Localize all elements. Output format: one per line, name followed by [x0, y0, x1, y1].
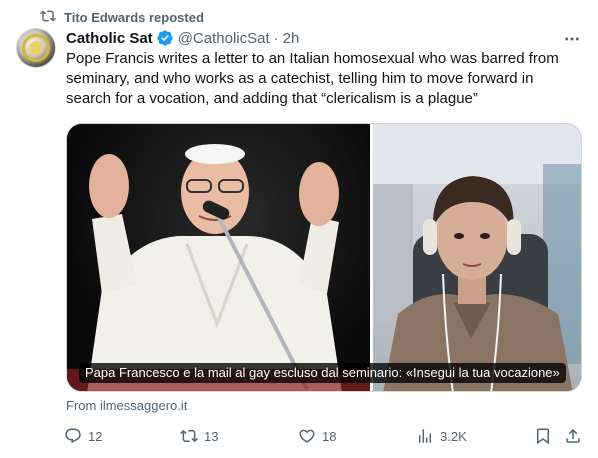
repost-count: 13 — [204, 428, 219, 444]
media-card[interactable]: Papa Francesco e la mail al gay escluso … — [66, 123, 582, 392]
separator-dot: · — [273, 29, 279, 47]
reply-button[interactable]: 12 — [64, 424, 102, 448]
reply-count: 12 — [88, 428, 103, 444]
more-options-button[interactable] — [560, 29, 584, 49]
repost-text: Tito Edwards reposted — [64, 9, 204, 25]
avatar[interactable] — [16, 28, 56, 68]
repost-indicator[interactable]: Tito Edwards reposted — [40, 7, 204, 27]
author-display-name[interactable]: Catholic Sat — [66, 30, 153, 47]
share-icon — [566, 428, 580, 443]
heart-icon — [299, 429, 315, 443]
media-caption: Papa Francesco e la mail al gay escluso … — [79, 363, 566, 383]
photo-pope — [67, 124, 370, 391]
repost-button[interactable]: 13 — [180, 424, 218, 448]
tweet[interactable]: Tito Edwards reposted Catholic Sat @Cath… — [0, 0, 598, 458]
tweet-timestamp[interactable]: 2h — [283, 30, 300, 47]
views-count: 3.2K — [440, 428, 467, 444]
repost-icon — [180, 429, 198, 443]
reply-icon — [65, 428, 81, 444]
tweet-header: Catholic Sat @CatholicSat · 2h — [66, 28, 299, 48]
more-dots-icon — [565, 37, 579, 41]
share-button[interactable] — [564, 424, 582, 448]
card-source[interactable]: From ilmessaggero.it — [66, 398, 187, 416]
verified-badge-icon[interactable] — [156, 29, 174, 47]
like-count: 18 — [322, 428, 337, 444]
bookmark-icon — [537, 428, 549, 445]
repost-icon — [40, 8, 56, 27]
photo-young-man — [373, 124, 581, 391]
like-button[interactable]: 18 — [298, 424, 336, 448]
action-bar: 12 13 18 3.2K — [60, 424, 590, 448]
analytics-icon — [419, 429, 431, 443]
author-handle[interactable]: @CatholicSat — [178, 30, 270, 47]
tweet-text: Pope Francis writes a letter to an Itali… — [66, 50, 559, 107]
views-button[interactable]: 3.2K — [416, 424, 467, 448]
bookmark-button[interactable] — [534, 424, 552, 448]
